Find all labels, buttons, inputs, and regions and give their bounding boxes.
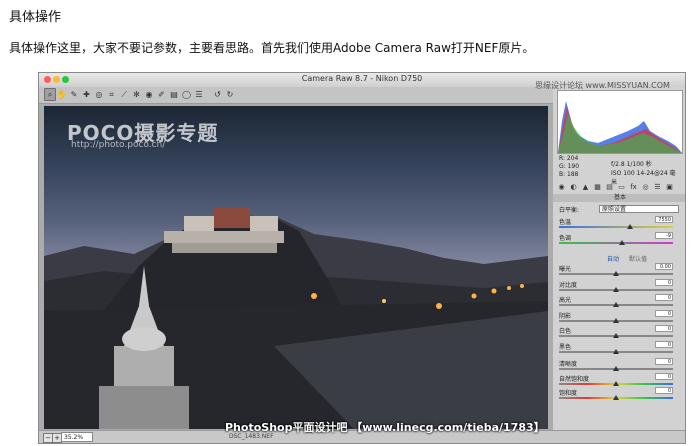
default-link[interactable]: 默认值 <box>629 254 647 263</box>
whites-knob[interactable] <box>613 333 619 338</box>
footer-watermark: PhotoShop平面设计吧 【www.linecg.com/tieba/178… <box>225 421 545 434</box>
hand-tool-icon[interactable]: ✋ <box>57 89 67 100</box>
tint-knob[interactable] <box>618 240 625 245</box>
temperature-knob[interactable] <box>626 224 633 229</box>
white-balance-label: 白平衡: <box>559 207 580 214</box>
section-heading: 具体操作 <box>9 10 62 25</box>
radial-filter-icon[interactable]: ◯ <box>182 89 192 100</box>
exposure-info: f/2.8 1/100 秒 <box>611 161 652 168</box>
image-preview[interactable]: POCO摄影专题 http://photo.poco.cn/ <box>44 106 548 429</box>
green-value: G: 190 <box>559 163 580 170</box>
basic-icon[interactable]: ◉ <box>557 183 566 192</box>
exposure-label: 曝光 <box>559 266 572 273</box>
auto-default-links: 自动 默认值 <box>559 254 679 263</box>
pixel-readout: R: 204 G: 190 B: 188 f/2.8 1/100 秒 ISO 1… <box>557 154 681 186</box>
straighten-tool-icon[interactable]: ⟋ <box>119 89 129 100</box>
clarity-knob[interactable] <box>613 366 619 371</box>
exposure-knob[interactable] <box>613 271 619 276</box>
tint-slider[interactable]: 色调 -9 <box>559 232 679 247</box>
panel-tab-strip: ◉ ◐ ▲ ▦ ▤ ▭ fx ◎ ☰ ▣ <box>555 183 685 193</box>
blue-value: B: 188 <box>559 171 579 178</box>
adjustment-brush-icon[interactable]: ✐ <box>157 89 167 100</box>
blacks-value[interactable]: 0 <box>655 340 673 348</box>
highlights-label: 高光 <box>559 297 572 304</box>
whites-label: 白色 <box>559 328 572 335</box>
clarity-slider[interactable]: 清晰度 0 <box>559 358 679 373</box>
corner-watermark: 思缘设计论坛 www.MISSYUAN.COM <box>535 81 670 90</box>
histogram <box>557 90 683 154</box>
presets-icon[interactable]: ☰ <box>653 183 662 192</box>
clarity-label: 清晰度 <box>559 361 578 368</box>
color-sampler-tool-icon[interactable]: ✚ <box>82 89 92 100</box>
shadows-slider[interactable]: 阴影 0 <box>559 309 679 325</box>
vibrance-knob[interactable] <box>613 380 619 386</box>
shadows-value[interactable]: 0 <box>655 309 673 317</box>
temperature-value[interactable]: 7550 <box>655 216 673 223</box>
intro-paragraph: 具体操作这里，大家不要记参数，主要看思路。首先我们使用Adobe Camera … <box>9 41 535 55</box>
rotate-cw-icon[interactable]: ↻ <box>225 89 235 100</box>
exposure-value[interactable]: 0.00 <box>655 263 673 270</box>
shadows-knob[interactable] <box>613 317 619 323</box>
lens-icon[interactable]: ▭ <box>617 183 626 192</box>
shadows-label: 阴影 <box>559 312 572 320</box>
white-balance-select[interactable]: 原照设置 <box>599 205 679 213</box>
basic-panel-title: 基本 <box>553 194 685 202</box>
highlights-knob[interactable] <box>613 302 619 307</box>
auto-link[interactable]: 自动 <box>607 254 619 263</box>
zoom-level-select[interactable]: 35.2% <box>61 432 93 442</box>
preferences-icon[interactable]: ☰ <box>194 89 204 100</box>
white-balance-row: 白平衡: 原照设置 <box>559 205 681 214</box>
camera-raw-window: Camera Raw 8.7 - Nikon D750 ⌕ ✋ ✎ ✚ ◎ ⌗ ⟋ ✻ ◉ ✐ ▤ ◯… <box>38 72 686 444</box>
zoom-tool-icon[interactable]: ⌕ <box>44 88 56 101</box>
highlights-slider[interactable]: 高光 0 <box>559 294 679 309</box>
red-value: R: 204 <box>559 155 579 162</box>
fx-icon[interactable]: fx <box>629 183 638 192</box>
temperature-slider[interactable]: 色温 7550 <box>559 216 679 231</box>
detail-icon[interactable]: ▲ <box>581 183 590 192</box>
exposure-slider[interactable]: 曝光 0.00 <box>559 263 679 278</box>
blacks-slider[interactable]: 黑色 0 <box>559 340 679 356</box>
graduated-filter-icon[interactable]: ▤ <box>169 89 179 100</box>
vibrance-slider[interactable]: 自然饱和度 0 <box>559 372 679 388</box>
contrast-label: 对比度 <box>559 281 578 289</box>
temperature-track[interactable] <box>559 226 673 228</box>
blacks-label: 黑色 <box>559 343 572 351</box>
contrast-slider[interactable]: 对比度 0 <box>559 278 679 294</box>
adjustment-panel: R: 204 G: 190 B: 188 f/2.8 1/100 秒 ISO 1… <box>553 87 685 430</box>
split-toning-icon[interactable]: ▤ <box>605 183 614 192</box>
clarity-value[interactable]: 0 <box>655 358 673 365</box>
landscape-image <box>44 208 548 429</box>
saturation-value[interactable]: 0 <box>655 387 673 394</box>
snapshots-icon[interactable]: ▣ <box>665 183 674 192</box>
crop-tool-icon[interactable]: ⌗ <box>107 89 117 100</box>
spot-removal-tool-icon[interactable]: ✻ <box>132 89 142 100</box>
temperature-label: 色温 <box>559 219 572 226</box>
white-balance-tool-icon[interactable]: ✎ <box>69 89 79 100</box>
contrast-value[interactable]: 0 <box>655 278 673 286</box>
tint-track[interactable] <box>559 242 673 244</box>
vibrance-value[interactable]: 0 <box>655 372 673 380</box>
vibrance-label: 自然饱和度 <box>559 375 590 383</box>
tone-curve-icon[interactable]: ◐ <box>569 183 578 192</box>
whites-slider[interactable]: 白色 0 <box>559 325 679 340</box>
targeted-adjustment-tool-icon[interactable]: ◎ <box>94 89 104 100</box>
whites-value[interactable]: 0 <box>655 325 673 332</box>
rotate-ccw-icon[interactable]: ↺ <box>213 89 223 100</box>
tint-value[interactable]: -9 <box>655 232 673 239</box>
tint-label: 色调 <box>559 235 572 242</box>
saturation-label: 饱和度 <box>559 390 578 397</box>
poco-url: http://photo.poco.cn/ <box>71 140 166 150</box>
contrast-knob[interactable] <box>613 286 619 292</box>
highlights-value[interactable]: 0 <box>655 294 673 301</box>
hsl-icon[interactable]: ▦ <box>593 183 602 192</box>
red-eye-tool-icon[interactable]: ◉ <box>144 89 154 100</box>
saturation-knob[interactable] <box>613 395 619 400</box>
saturation-slider[interactable]: 饱和度 0 <box>559 387 679 402</box>
blacks-knob[interactable] <box>613 348 619 354</box>
camera-calibration-icon[interactable]: ◎ <box>641 183 650 192</box>
